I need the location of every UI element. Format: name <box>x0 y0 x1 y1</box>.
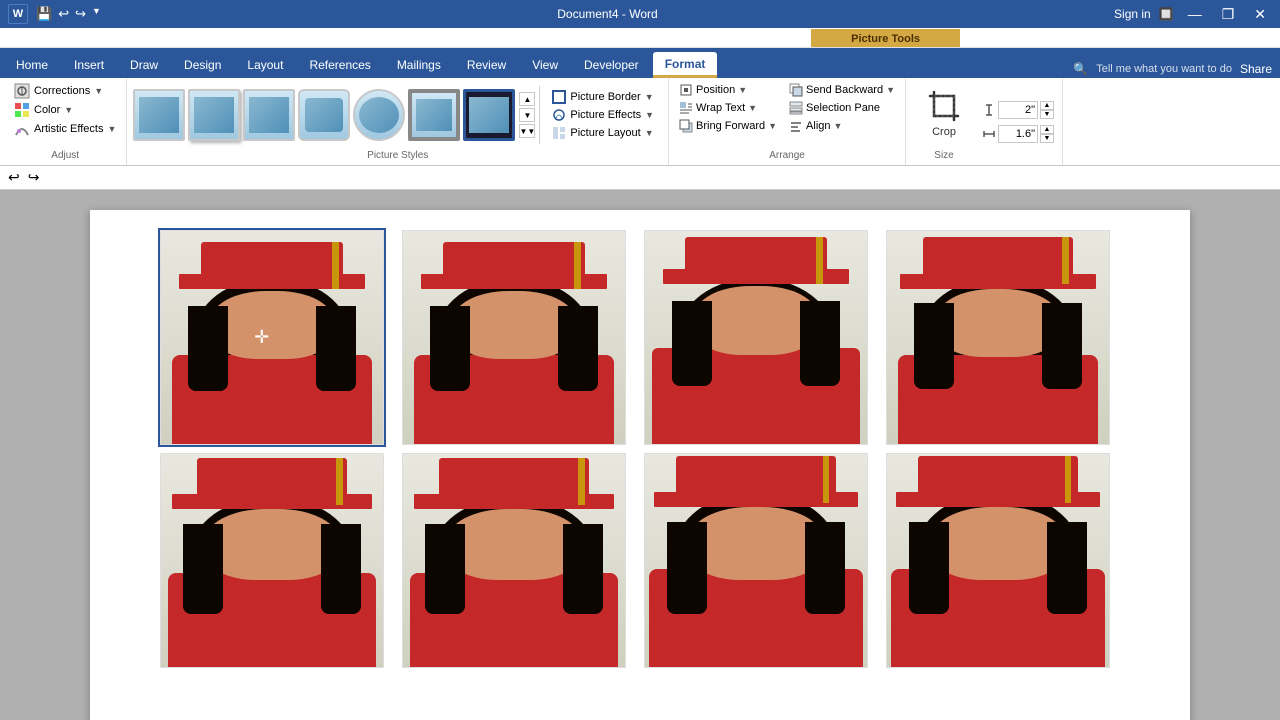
corrections-button[interactable]: Corrections ▼ <box>10 82 107 100</box>
tab-format[interactable]: Format <box>653 52 718 78</box>
bring-forward-icon <box>679 119 693 133</box>
photo-4[interactable] <box>886 230 1110 445</box>
adjust-label: Adjust <box>10 148 120 165</box>
photo-grid: ✛ <box>160 230 1120 668</box>
picture-layout-icon <box>552 126 566 140</box>
color-button[interactable]: Color ▼ <box>10 101 77 119</box>
move-cursor-indicator: ✛ <box>254 327 269 348</box>
picture-styles-label: Picture Styles <box>133 148 662 165</box>
size-label: Size <box>916 148 972 165</box>
tab-draw[interactable]: Draw <box>118 52 170 78</box>
artistic-dropdown-icon: ▼ <box>107 124 116 134</box>
bring-forward-button[interactable]: Bring Forward ▼ <box>675 118 781 134</box>
photo-1[interactable]: ✛ <box>160 230 384 445</box>
quick-access-toolbar: 💾 ↩ ↪ ▼ <box>36 6 101 22</box>
height-up[interactable]: ▲ <box>1040 101 1054 110</box>
picture-effects-icon <box>552 108 566 122</box>
width-icon <box>982 127 996 141</box>
position-icon <box>679 83 693 97</box>
tab-home[interactable]: Home <box>4 52 60 78</box>
arrange-label: Arrange <box>675 148 899 165</box>
width-input[interactable]: 1.6" <box>998 125 1038 143</box>
height-icon <box>982 103 996 117</box>
selection-pane-button[interactable]: Selection Pane <box>785 100 899 116</box>
formula-bar: ↩ ↪ <box>0 166 1280 190</box>
style-5[interactable] <box>353 89 405 141</box>
corrections-icon <box>14 83 30 99</box>
style-6[interactable] <box>408 89 460 141</box>
qat-save[interactable]: 💾 <box>36 6 52 22</box>
color-dropdown-icon: ▼ <box>64 105 73 115</box>
picture-effects-button[interactable]: Picture Effects ▼ <box>548 107 658 123</box>
artistic-effects-button[interactable]: Artistic Effects ▼ <box>10 120 120 138</box>
word-icon: W <box>8 4 28 24</box>
send-backward-button[interactable]: Send Backward ▼ <box>785 82 899 98</box>
styles-scroll-down[interactable]: ▼ <box>519 108 535 122</box>
redo-icon[interactable]: ↪ <box>28 169 40 186</box>
share-button[interactable]: Share <box>1240 62 1272 76</box>
photo-7[interactable] <box>644 453 868 668</box>
ribbon-toggle[interactable]: 🔲 <box>1159 7 1174 21</box>
close-button[interactable]: ✕ <box>1248 6 1272 23</box>
photo-8[interactable] <box>886 453 1110 668</box>
picture-tools-label: Picture Tools <box>811 29 960 47</box>
adjust-group: Corrections ▼ Color ▼ Artistic Effects ▼ <box>4 78 127 165</box>
qat-dropdown[interactable]: ▼ <box>92 6 101 22</box>
document-page: ✛ <box>90 210 1190 720</box>
picture-styles-group: ▲ ▼ ▼▼ Picture Border ▼ Picture Effects <box>127 78 669 165</box>
undo-icon[interactable]: ↩ <box>8 169 20 186</box>
picture-border-button[interactable]: Picture Border ▼ <box>548 89 658 105</box>
align-button[interactable]: Align ▼ <box>785 118 899 134</box>
qat-undo[interactable]: ↩ <box>58 6 69 22</box>
color-icon <box>14 102 30 118</box>
document-area: ✛ <box>0 190 1280 720</box>
width-up[interactable]: ▲ <box>1040 125 1054 134</box>
position-button[interactable]: Position ▼ <box>675 82 781 98</box>
minimize-button[interactable]: — <box>1182 6 1208 22</box>
photo-5[interactable] <box>160 453 384 668</box>
tab-references[interactable]: References <box>297 52 382 78</box>
height-input-row: 2" ▲ ▼ <box>982 101 1054 119</box>
width-down[interactable]: ▼ <box>1040 134 1054 143</box>
wrap-text-button[interactable]: Wrap Text ▼ <box>675 100 781 116</box>
crop-button[interactable]: Crop <box>916 82 972 142</box>
tab-layout[interactable]: Layout <box>235 52 295 78</box>
style-4[interactable] <box>298 89 350 141</box>
style-1[interactable] <box>133 89 185 141</box>
search-icon: 🔍 <box>1073 62 1088 76</box>
maximize-button[interactable]: ❐ <box>1216 6 1241 23</box>
crop-icon <box>924 86 964 126</box>
arrange-group: Position ▼ Wrap Text ▼ Bring Forward ▼ <box>669 78 906 165</box>
tab-review[interactable]: Review <box>455 52 518 78</box>
corrections-dropdown-icon: ▼ <box>94 86 103 96</box>
picture-layout-button[interactable]: Picture Layout ▼ <box>548 125 658 141</box>
tab-developer[interactable]: Developer <box>572 52 651 78</box>
styles-scroll-up[interactable]: ▲ <box>519 92 535 106</box>
selection-pane-icon <box>789 101 803 115</box>
window-title: Document4 - Word <box>557 7 657 21</box>
height-down[interactable]: ▼ <box>1040 110 1054 119</box>
style-2[interactable] <box>188 89 240 141</box>
style-3[interactable] <box>243 89 295 141</box>
search-input[interactable]: Tell me what you want to do <box>1096 63 1232 75</box>
tab-insert[interactable]: Insert <box>62 52 116 78</box>
signin-button[interactable]: Sign in <box>1114 7 1151 21</box>
style-thumbnails <box>133 89 515 141</box>
tab-mailings[interactable]: Mailings <box>385 52 453 78</box>
artistic-icon <box>14 121 30 137</box>
wrap-text-icon <box>679 101 693 115</box>
photo-2[interactable] <box>402 230 626 445</box>
send-backward-icon <box>789 83 803 97</box>
styles-scroll-more[interactable]: ▼▼ <box>519 124 535 138</box>
qat-redo[interactable]: ↪ <box>75 6 86 22</box>
style-7[interactable] <box>463 89 515 141</box>
photo-3[interactable] <box>644 230 868 445</box>
photo-6[interactable] <box>402 453 626 668</box>
tab-design[interactable]: Design <box>172 52 233 78</box>
width-input-row: 1.6" ▲ ▼ <box>982 125 1054 143</box>
height-input[interactable]: 2" <box>998 101 1038 119</box>
picture-border-icon <box>552 90 566 104</box>
align-icon <box>789 119 803 133</box>
tab-view[interactable]: View <box>520 52 570 78</box>
